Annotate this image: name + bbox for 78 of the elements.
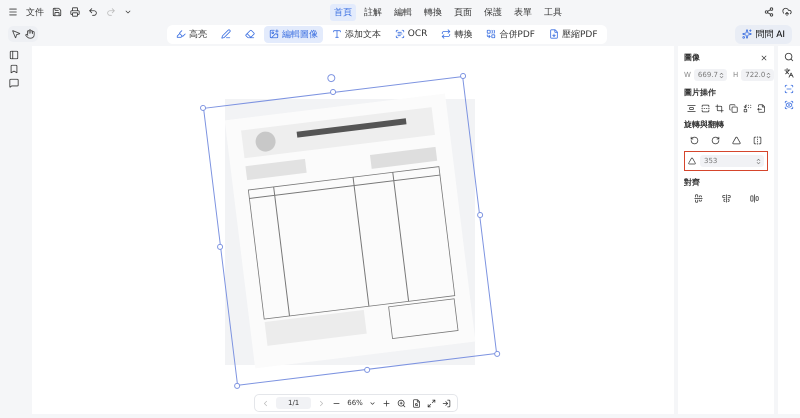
compress-icon bbox=[548, 29, 559, 39]
menu-tab[interactable]: 首頁 bbox=[330, 4, 356, 20]
resize-handle[interactable] bbox=[234, 382, 240, 390]
hand-tool-button[interactable] bbox=[24, 28, 36, 40]
caret-icon[interactable] bbox=[124, 8, 132, 16]
align-icon[interactable] bbox=[722, 194, 730, 203]
menu-tab[interactable]: 工具 bbox=[540, 4, 566, 20]
edit-image-icon bbox=[268, 29, 279, 39]
print-icon[interactable] bbox=[70, 7, 80, 17]
menu-tab[interactable]: 註解 bbox=[360, 4, 386, 20]
scan-eye-icon[interactable] bbox=[784, 100, 794, 110]
add-text-icon bbox=[332, 29, 342, 39]
crop-icon[interactable] bbox=[714, 104, 724, 113]
flip-horizontal-icon[interactable] bbox=[753, 136, 762, 145]
select-tool-button[interactable] bbox=[10, 28, 22, 40]
search-icon[interactable] bbox=[784, 52, 794, 62]
undo-icon[interactable] bbox=[88, 7, 98, 17]
tool-button[interactable]: 合併PDF bbox=[481, 26, 540, 42]
tool-button[interactable]: 添加文本 bbox=[326, 26, 386, 42]
resize-handle[interactable] bbox=[476, 212, 484, 218]
panel-icon[interactable] bbox=[9, 50, 19, 60]
merge-icon bbox=[486, 29, 496, 39]
menu-tab[interactable]: 編輯 bbox=[390, 4, 416, 20]
tool-button[interactable]: OCR bbox=[390, 26, 432, 42]
panel-title: 圖像 bbox=[684, 52, 700, 63]
angle-icon bbox=[688, 157, 696, 165]
tool-button[interactable]: 高亮 bbox=[170, 26, 212, 42]
pen-icon bbox=[220, 29, 231, 39]
ask-ai-button[interactable]: 問問 AI bbox=[735, 24, 792, 44]
ocr-icon bbox=[394, 29, 405, 39]
fit-page-icon[interactable] bbox=[396, 398, 406, 408]
tool-button[interactable]: 編輯圖像 bbox=[264, 26, 323, 42]
rotate-handle[interactable] bbox=[326, 74, 336, 83]
file-menu[interactable]: 文件 bbox=[26, 6, 44, 18]
section-title: 對齊 bbox=[684, 177, 701, 188]
resize-handle[interactable] bbox=[460, 72, 466, 80]
tool-button[interactable]: 轉換 bbox=[436, 26, 478, 42]
translate-icon[interactable] bbox=[784, 68, 794, 78]
scan-icon[interactable] bbox=[784, 84, 794, 94]
section-title: 圖片操作 bbox=[684, 87, 717, 98]
rotate-left-icon[interactable] bbox=[690, 136, 699, 145]
menu-tab[interactable]: 頁面 bbox=[450, 4, 476, 20]
zoom-in-icon[interactable] bbox=[382, 398, 391, 408]
tool-button[interactable]: 壓縮PDF bbox=[544, 26, 603, 42]
save-icon[interactable] bbox=[52, 7, 62, 17]
sparkle-icon bbox=[742, 29, 752, 39]
resize-handle[interactable] bbox=[330, 88, 336, 96]
spinner-icon[interactable] bbox=[755, 158, 762, 164]
replace-icon[interactable] bbox=[742, 104, 752, 113]
copy-icon[interactable] bbox=[728, 104, 738, 113]
resize-handle[interactable] bbox=[216, 244, 224, 250]
close-icon[interactable] bbox=[760, 54, 768, 62]
exit-icon[interactable] bbox=[442, 398, 451, 408]
rotate-right-icon[interactable] bbox=[711, 136, 720, 145]
convert-icon bbox=[441, 29, 452, 39]
resize-handle[interactable] bbox=[364, 366, 370, 374]
share-icon[interactable] bbox=[764, 7, 774, 17]
menu-icon[interactable] bbox=[8, 7, 18, 17]
spinner-icon[interactable] bbox=[765, 72, 772, 78]
resize-handle[interactable] bbox=[494, 350, 501, 358]
fullscreen-icon[interactable] bbox=[426, 398, 436, 408]
bookmark-icon[interactable] bbox=[9, 64, 19, 74]
section-title: 旋轉與翻轉 bbox=[684, 119, 725, 130]
spinner-icon[interactable] bbox=[718, 72, 725, 78]
align-icon[interactable] bbox=[750, 194, 758, 203]
menu-tab[interactable]: 表單 bbox=[510, 4, 536, 20]
highlight-icon bbox=[176, 29, 186, 39]
align-icon[interactable] bbox=[694, 194, 702, 203]
menu-tab[interactable]: 保護 bbox=[480, 4, 506, 20]
resize-handle[interactable] bbox=[200, 104, 206, 112]
eraser-icon bbox=[244, 29, 255, 39]
cloud-upload-icon[interactable] bbox=[782, 7, 792, 17]
flip-icon[interactable] bbox=[700, 104, 710, 113]
caret-icon[interactable] bbox=[368, 400, 376, 406]
menu-tab[interactable]: 轉換 bbox=[420, 4, 446, 20]
comment-icon[interactable] bbox=[9, 78, 19, 88]
fit-width-icon[interactable] bbox=[412, 398, 421, 408]
export-icon[interactable] bbox=[756, 104, 766, 113]
